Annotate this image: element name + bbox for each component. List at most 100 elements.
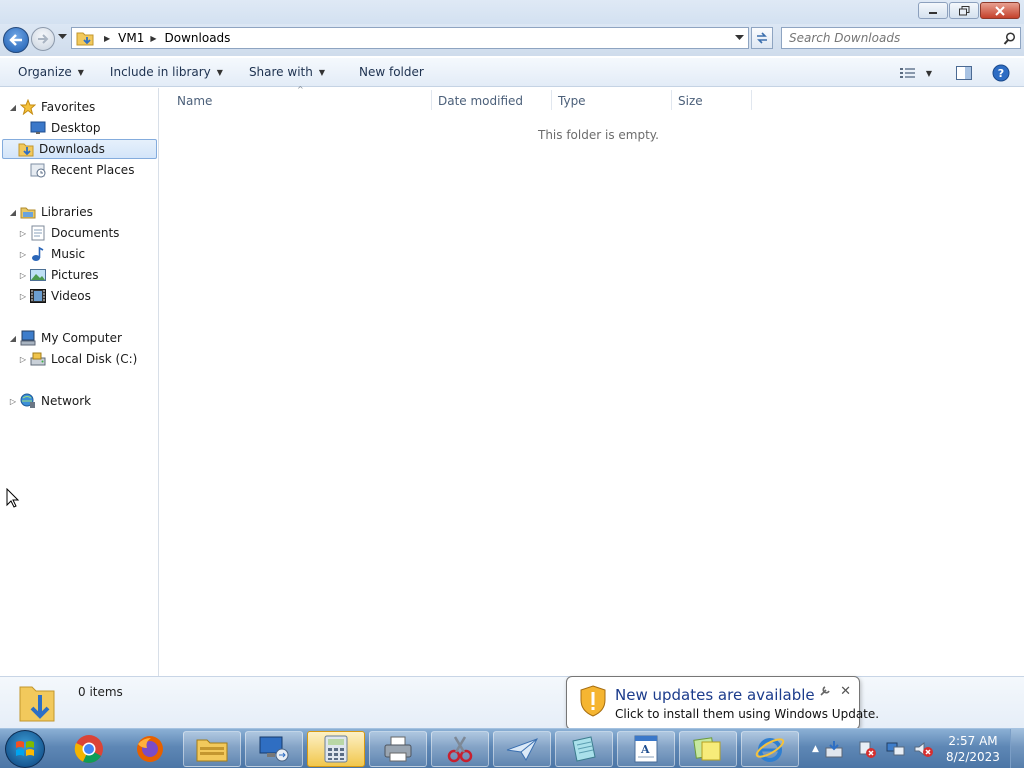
windows-update-icon[interactable] — [825, 740, 843, 758]
libraries-icon — [20, 204, 36, 220]
expand-arrow-icon[interactable]: ▷ — [18, 292, 28, 301]
paper-plane-button[interactable] — [493, 731, 551, 767]
internet-explorer-button[interactable] — [741, 731, 799, 767]
nav-libraries[interactable]: ◢ Libraries — [8, 202, 93, 222]
restore-button[interactable] — [949, 2, 979, 19]
windows-logo-icon — [16, 741, 34, 756]
expand-arrow-icon[interactable]: ▷ — [18, 271, 28, 280]
nav-favorites[interactable]: ◢ Favorites — [8, 97, 95, 117]
music-icon — [30, 246, 46, 262]
column-header-date-modified[interactable]: Date modified — [438, 88, 523, 113]
show-desktop-button[interactable] — [1010, 729, 1024, 768]
nav-videos[interactable]: ▷ Videos — [18, 286, 91, 306]
update-notification[interactable]: New updates are available Click to insta… — [566, 676, 879, 741]
chevron-down-icon[interactable]: ▼ — [926, 69, 932, 78]
breadcrumb-vm1[interactable]: VM1 — [118, 31, 144, 45]
chrome-button[interactable] — [60, 731, 118, 767]
file-list[interactable]: ^ Name Date modified Type Size This fold… — [160, 85, 1024, 676]
preview-pane-icon — [956, 66, 972, 80]
start-button[interactable] — [5, 730, 45, 768]
search-input[interactable] — [789, 31, 999, 45]
refresh-button[interactable] — [751, 27, 773, 49]
sticky-notes-button[interactable] — [679, 731, 737, 767]
window-controls — [918, 2, 1020, 19]
column-header-name[interactable]: Name — [177, 88, 212, 113]
navigation-pane: ◢ Favorites Desktop Downloads Recent Pla… — [0, 88, 159, 676]
back-button[interactable] — [3, 27, 29, 53]
nav-music-label: Music — [51, 247, 86, 261]
expand-arrow-icon[interactable]: ▷ — [8, 397, 18, 406]
firefox-button[interactable] — [121, 731, 179, 767]
change-view-button[interactable]: ▼ — [899, 67, 932, 79]
nav-downloads[interactable]: Downloads — [2, 139, 157, 159]
breadcrumb-downloads[interactable]: Downloads — [165, 31, 231, 45]
volume-muted-icon[interactable] — [913, 740, 935, 758]
collapse-arrow-icon[interactable]: ◢ — [8, 208, 18, 217]
sort-ascending-icon: ^ — [297, 85, 304, 94]
column-date-modified-label: Date modified — [438, 93, 524, 108]
close-icon[interactable]: ✕ — [840, 684, 851, 699]
forward-arrow-icon — [38, 34, 49, 44]
nav-local-disk[interactable]: ▷ Local Disk (C:) — [18, 349, 137, 369]
minimize-button[interactable] — [918, 2, 948, 19]
expand-arrow-icon[interactable]: ▷ — [18, 250, 28, 259]
notepad-button[interactable] — [555, 731, 613, 767]
include-in-library-button[interactable]: Include in library ▼ — [102, 59, 231, 85]
hard-disk-icon — [30, 351, 46, 367]
close-button[interactable] — [980, 2, 1020, 19]
nav-recent-places[interactable]: Recent Places — [18, 160, 134, 180]
organize-button[interactable]: Organize ▼ — [10, 59, 92, 85]
address-row: ▶ VM1 ▶ Downloads — [0, 24, 1024, 56]
column-header-type[interactable]: Type — [558, 88, 586, 113]
snipping-tool-icon — [447, 736, 473, 763]
calculator-button[interactable] — [307, 731, 365, 767]
restore-icon — [958, 5, 969, 15]
column-divider[interactable] — [751, 90, 752, 110]
collapse-arrow-icon[interactable]: ◢ — [8, 103, 18, 112]
collapse-arrow-icon[interactable]: ◢ — [8, 334, 18, 343]
column-header-size[interactable]: Size — [678, 88, 703, 113]
system-clock[interactable]: 2:57 AM 8/2/2023 — [942, 733, 1004, 765]
file-explorer-button[interactable] — [183, 731, 241, 767]
printer-button[interactable] — [369, 731, 427, 767]
network-status-icon[interactable] — [885, 740, 907, 758]
remote-desktop-button[interactable] — [245, 731, 303, 767]
show-hidden-icons-icon[interactable]: ▲ — [812, 744, 819, 754]
breadcrumb-separator-icon[interactable]: ▶ — [104, 34, 110, 43]
recent-pages-dropdown-icon[interactable] — [58, 34, 67, 40]
column-divider[interactable] — [431, 90, 432, 110]
chevron-down-icon: ▼ — [77, 67, 84, 77]
nav-my-computer[interactable]: ◢ My Computer — [8, 328, 122, 348]
expand-arrow-icon[interactable]: ▷ — [18, 355, 28, 364]
search-box[interactable] — [781, 27, 1021, 49]
printer-icon — [384, 736, 412, 762]
new-folder-button[interactable]: New folder — [351, 59, 432, 85]
snipping-tool-button[interactable] — [431, 731, 489, 767]
nav-pictures[interactable]: ▷ Pictures — [18, 265, 99, 285]
nav-documents[interactable]: ▷ Documents — [18, 223, 119, 243]
search-icon[interactable] — [1003, 32, 1016, 45]
expand-arrow-icon[interactable]: ▷ — [18, 229, 28, 238]
action-center-icon[interactable] — [857, 740, 879, 758]
address-dropdown-icon[interactable] — [735, 35, 744, 41]
details-view-icon — [899, 68, 915, 78]
preview-pane-button[interactable] — [956, 66, 972, 80]
wordpad-button[interactable]: A — [617, 731, 675, 767]
breadcrumb-separator-icon[interactable]: ▶ — [150, 34, 156, 43]
share-with-button[interactable]: Share with ▼ — [241, 59, 333, 85]
help-button[interactable]: ? — [992, 64, 1010, 82]
column-divider[interactable] — [551, 90, 552, 110]
nav-desktop[interactable]: Desktop — [18, 118, 101, 138]
item-count: 0 items — [78, 685, 123, 699]
pictures-icon — [30, 267, 46, 283]
chevron-down-icon: ▼ — [318, 67, 325, 77]
forward-button[interactable] — [31, 27, 55, 51]
nav-favorites-label: Favorites — [41, 100, 96, 114]
wrench-icon[interactable] — [819, 685, 831, 697]
nav-network[interactable]: ▷ Network — [8, 391, 91, 411]
nav-music[interactable]: ▷ Music — [18, 244, 85, 264]
address-bar[interactable]: ▶ VM1 ▶ Downloads — [71, 27, 749, 49]
svg-text:?: ? — [998, 67, 1004, 80]
column-divider[interactable] — [671, 90, 672, 110]
file-explorer-icon — [196, 739, 228, 762]
